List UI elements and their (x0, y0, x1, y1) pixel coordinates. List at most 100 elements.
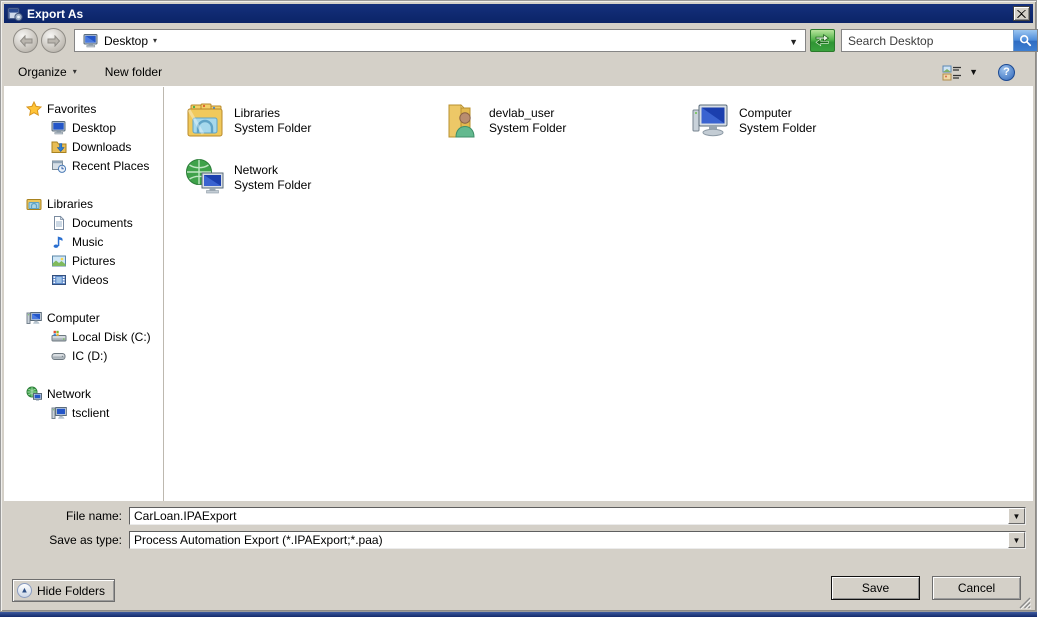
desktop-icon (83, 33, 99, 48)
footer-bar: ▲ Hide Folders Save Cancel (4, 559, 1033, 610)
forward-arrow-icon (47, 35, 61, 47)
item-label: tsclient (72, 406, 109, 420)
organize-label: Organize (18, 65, 67, 79)
file-name: devlab_user (489, 106, 566, 121)
organize-button[interactable]: Organize ▾ (12, 62, 83, 82)
sidebar-group-favorites[interactable]: Favorites (4, 99, 163, 118)
app-icon (7, 6, 23, 22)
file-list: Libraries System Folder devlab_user Syst… (165, 87, 1033, 501)
group-label: Network (47, 387, 91, 401)
item-label: Desktop (72, 121, 116, 135)
views-caret-icon[interactable]: ▼ (965, 67, 982, 77)
libraries-folder-icon (184, 101, 226, 141)
item-label: IC (D:) (72, 349, 107, 363)
hide-folders-label: Hide Folders (37, 584, 105, 598)
music-icon (51, 234, 67, 250)
resize-grip[interactable] (1017, 595, 1031, 609)
command-toolbar: Organize ▾ New folder ▼ ? (4, 58, 1033, 87)
address-bar[interactable]: Desktop ▾ ▼ (74, 29, 806, 52)
refresh-icon (815, 34, 830, 47)
file-type: System Folder (739, 121, 816, 136)
views-icon (942, 64, 962, 81)
hide-folders-button[interactable]: ▲ Hide Folders (12, 579, 115, 602)
documents-icon (51, 215, 67, 231)
dropdown-icon: ▼ (1013, 536, 1021, 545)
computer-large-icon (689, 101, 731, 141)
computer-icon (26, 310, 42, 326)
window-title: Export As (27, 7, 83, 21)
back-button[interactable] (13, 28, 38, 53)
network-icon (26, 386, 42, 402)
group-label: Favorites (47, 102, 96, 116)
item-label: Local Disk (C:) (72, 330, 151, 344)
organize-caret-icon: ▾ (73, 68, 77, 76)
save-as-type-combo[interactable]: Process Automation Export (*.IPAExport;*… (129, 531, 1026, 549)
item-label: Recent Places (72, 159, 149, 173)
address-dropdown-icon[interactable]: ▼ (789, 37, 798, 47)
sidebar-group-libraries[interactable]: Libraries (4, 194, 163, 213)
cancel-button[interactable]: Cancel (932, 576, 1021, 600)
file-name-dropdown-button[interactable]: ▼ (1008, 508, 1025, 524)
history-buttons (13, 28, 66, 53)
sidebar-item-videos[interactable]: Videos (4, 270, 163, 289)
save-as-type-label: Save as type: (4, 531, 129, 549)
save-as-type-dropdown-button[interactable]: ▼ (1008, 532, 1025, 548)
save-as-type-value: Process Automation Export (*.IPAExport;*… (134, 532, 1003, 548)
sidebar-item-tsclient[interactable]: tsclient (4, 403, 163, 422)
views-button[interactable]: ▼ (936, 61, 988, 84)
file-name: Network (234, 163, 311, 178)
save-button[interactable]: Save (831, 576, 920, 600)
item-label: Documents (72, 216, 133, 230)
cancel-label: Cancel (958, 581, 995, 595)
file-name: Libraries (234, 106, 311, 121)
file-item-devlab-user[interactable]: devlab_user System Folder (439, 99, 679, 143)
videos-icon (51, 272, 67, 288)
forward-button[interactable] (41, 28, 66, 53)
sidebar-item-ic-d[interactable]: IC (D:) (4, 346, 163, 365)
refresh-button[interactable] (810, 29, 835, 52)
breadcrumb[interactable]: Desktop ▾ (79, 31, 161, 50)
group-label: Computer (47, 311, 100, 325)
file-item-computer[interactable]: Computer System Folder (689, 99, 929, 143)
file-name-combo: ▼ (129, 507, 1026, 525)
sidebar-item-recent-places[interactable]: Recent Places (4, 156, 163, 175)
file-item-network[interactable]: Network System Folder (184, 156, 424, 200)
search-input[interactable] (842, 30, 1013, 51)
sidebar-item-desktop[interactable]: Desktop (4, 118, 163, 137)
sidebar-item-documents[interactable]: Documents (4, 213, 163, 232)
file-type: System Folder (489, 121, 566, 136)
sidebar-item-pictures[interactable]: Pictures (4, 251, 163, 270)
title-bar[interactable]: Export As (4, 4, 1033, 23)
local-disk-icon (51, 329, 67, 345)
file-type: System Folder (234, 178, 311, 193)
close-button[interactable] (1013, 6, 1030, 21)
breadcrumb-caret-icon[interactable]: ▾ (153, 37, 157, 45)
content-area: Favorites Desktop Downloads (4, 87, 1033, 501)
new-folder-label: New folder (105, 65, 162, 79)
search-button[interactable] (1013, 30, 1037, 51)
network-large-icon (184, 158, 226, 198)
navigation-pane: Favorites Desktop Downloads (4, 87, 164, 501)
back-arrow-icon (19, 35, 33, 47)
desktop-icon (51, 120, 67, 135)
recent-places-icon (51, 158, 67, 174)
pictures-icon (51, 253, 67, 269)
new-folder-button[interactable]: New folder (99, 62, 168, 82)
sidebar-item-music[interactable]: Music (4, 232, 163, 251)
file-name-input[interactable] (130, 508, 1025, 524)
background-window-edge (0, 612, 1037, 617)
file-name: Computer (739, 106, 816, 121)
sidebar-group-network[interactable]: Network (4, 384, 163, 403)
search-box (841, 29, 1038, 52)
sidebar-item-local-disk-c[interactable]: Local Disk (C:) (4, 327, 163, 346)
item-label: Music (72, 235, 103, 249)
save-label: Save (862, 581, 889, 595)
sidebar-item-downloads[interactable]: Downloads (4, 137, 163, 156)
file-item-libraries[interactable]: Libraries System Folder (184, 99, 424, 143)
item-label: Downloads (72, 140, 131, 154)
help-button[interactable]: ? (998, 64, 1015, 81)
dropdown-icon: ▼ (1013, 512, 1021, 521)
sidebar-group-computer[interactable]: Computer (4, 308, 163, 327)
navigation-bar: Desktop ▾ ▼ (4, 25, 1033, 56)
libraries-icon (26, 196, 42, 212)
